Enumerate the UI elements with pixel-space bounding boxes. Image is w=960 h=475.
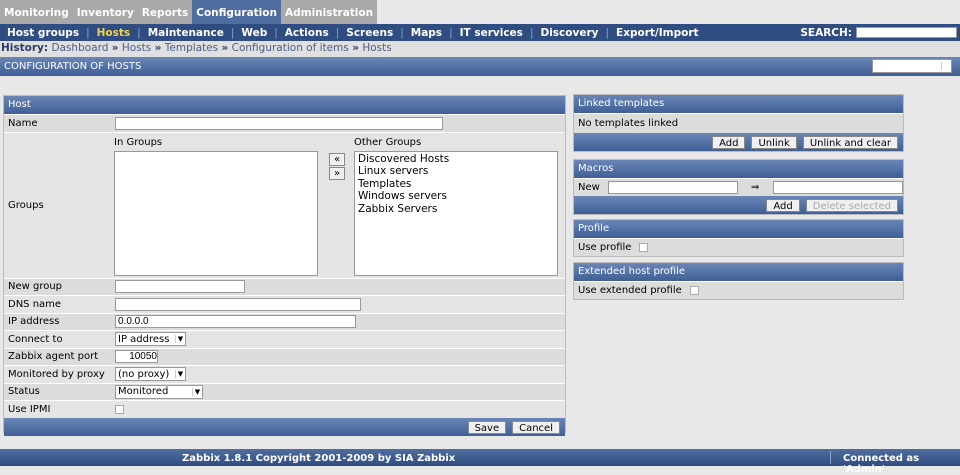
nav-it-services[interactable]: IT services: [453, 27, 530, 39]
sub-nav: Host groups | Hosts | Maintenance | Web | Ac…: [0, 24, 960, 41]
ipmi-checkbox[interactable]: [115, 404, 124, 414]
add-template-button[interactable]: Add: [712, 136, 746, 149]
tab-reports[interactable]: Reports: [137, 0, 193, 24]
sep: »: [111, 42, 119, 54]
footer: Zabbix 1.8.1 Copyright 2001-2009 by SIA …: [0, 449, 960, 475]
nav-web[interactable]: Web: [234, 27, 274, 39]
port-input[interactable]: [115, 350, 158, 364]
nav-actions[interactable]: Actions: [278, 27, 336, 39]
macros-header: Macros: [574, 160, 903, 178]
nav-host-groups[interactable]: Host groups: [0, 27, 86, 39]
profile-panel: Profile Use profile: [573, 219, 904, 257]
dns-label: DNS name: [8, 298, 62, 310]
group-option[interactable]: Discovered Hosts: [358, 153, 554, 166]
unlink-clear-button[interactable]: Unlink and clear: [802, 136, 898, 149]
macro-name-input[interactable]: [607, 181, 738, 194]
tab-monitoring[interactable]: Monitoring: [0, 0, 73, 24]
macro-new-label: New: [578, 182, 600, 193]
proxy-label: Monitored by proxy: [8, 368, 105, 380]
tab-administration[interactable]: Administration: [280, 0, 378, 24]
use-profile-label: Use profile: [578, 241, 632, 253]
in-groups-list[interactable]: [114, 150, 318, 276]
ip-label: IP address: [8, 316, 60, 328]
extended-profile-panel: Extended host profile Use extended profi…: [573, 262, 904, 300]
tab-configuration[interactable]: Configuration: [192, 0, 281, 24]
dns-input[interactable]: [115, 297, 361, 311]
history-link[interactable]: Configuration of items: [232, 42, 349, 54]
macro-value-input[interactable]: [773, 181, 903, 194]
save-button[interactable]: Save: [467, 420, 507, 434]
history-link[interactable]: Hosts: [362, 42, 391, 54]
use-extended-profile-checkbox[interactable]: [689, 286, 699, 295]
name-label: Name: [8, 117, 38, 129]
host-header: Host: [4, 96, 565, 114]
add-macro-button[interactable]: Add: [766, 199, 800, 212]
history-link[interactable]: Templates: [165, 42, 218, 54]
search-label: SEARCH:: [800, 26, 852, 39]
use-extended-profile-label: Use extended profile: [578, 285, 682, 296]
group-option[interactable]: Templates: [358, 178, 554, 191]
in-groups-label: In Groups: [114, 136, 163, 148]
breadcrumb: History: Dashboard » Hosts » Templates »…: [0, 41, 960, 57]
history-label: History:: [1, 42, 49, 54]
delete-selected-button[interactable]: Delete selected: [805, 199, 898, 212]
copyright: Zabbix 1.8.1 Copyright 2001-2009 by SIA …: [182, 453, 456, 464]
macros-panel: Macros New ⇒ Add Delete selected: [573, 159, 904, 215]
cancel-button[interactable]: Cancel: [512, 420, 560, 434]
history-link[interactable]: Dashboard: [51, 42, 108, 54]
top-tabs: Monitoring Inventory Reports Configurati…: [0, 0, 960, 24]
arrow-icon: ⇒: [751, 182, 760, 193]
proxy-select[interactable]: (no proxy) ▼: [115, 367, 186, 382]
nav-screens[interactable]: Screens: [339, 27, 400, 39]
sep: »: [221, 42, 229, 54]
linked-templates-header: Linked templates: [574, 95, 903, 113]
connect-select[interactable]: IP address ▼: [115, 332, 186, 347]
new-group-label: New group: [8, 281, 63, 293]
ip-input[interactable]: [115, 315, 356, 329]
sep: »: [352, 42, 359, 54]
profile-header: Profile: [574, 220, 903, 238]
extended-profile-header: Extended host profile: [574, 263, 903, 281]
connected-as: Connected as 'Admin': [830, 451, 960, 475]
other-groups-list[interactable]: Discovered Hosts Linux servers Templates…: [354, 150, 558, 276]
search-input[interactable]: [856, 27, 957, 38]
nav-hosts[interactable]: Hosts: [90, 27, 138, 39]
sep: »: [154, 42, 162, 54]
use-profile-checkbox[interactable]: [639, 242, 649, 252]
tab-inventory[interactable]: Inventory: [72, 0, 138, 24]
group-option[interactable]: Linux servers: [358, 165, 554, 178]
page-title: CONFIGURATION OF HOSTS: [4, 61, 142, 72]
host-form: Host Name Groups In Groups Other Groups …: [3, 95, 566, 436]
ipmi-label: Use IPMI: [8, 403, 51, 415]
move-left-button[interactable]: «: [329, 152, 346, 166]
nav-discovery[interactable]: Discovery: [533, 27, 605, 39]
status-select[interactable]: Monitored ▼: [115, 384, 203, 399]
group-option[interactable]: Windows servers: [358, 190, 554, 203]
status-label: Status: [8, 386, 40, 398]
page-title-bar: CONFIGURATION OF HOSTS Hosts ▼: [0, 57, 960, 76]
nav-maintenance[interactable]: Maintenance: [141, 27, 231, 39]
view-select[interactable]: Hosts ▼: [872, 59, 952, 73]
nav-export-import[interactable]: Export/Import: [609, 27, 705, 39]
port-label: Zabbix agent port: [8, 351, 99, 363]
other-groups-label: Other Groups: [354, 136, 422, 148]
history-link[interactable]: Hosts: [122, 42, 151, 54]
groups-label: Groups: [8, 199, 44, 211]
connect-label: Connect to: [8, 333, 63, 345]
no-templates-text: No templates linked: [578, 118, 679, 129]
new-group-input[interactable]: [115, 280, 245, 294]
move-right-button[interactable]: »: [329, 166, 346, 180]
group-option[interactable]: Zabbix Servers: [358, 203, 554, 216]
unlink-button[interactable]: Unlink: [751, 136, 797, 149]
nav-maps[interactable]: Maps: [404, 27, 449, 39]
linked-templates-panel: Linked templates No templates linked Add…: [573, 94, 904, 152]
name-input[interactable]: [115, 116, 443, 130]
